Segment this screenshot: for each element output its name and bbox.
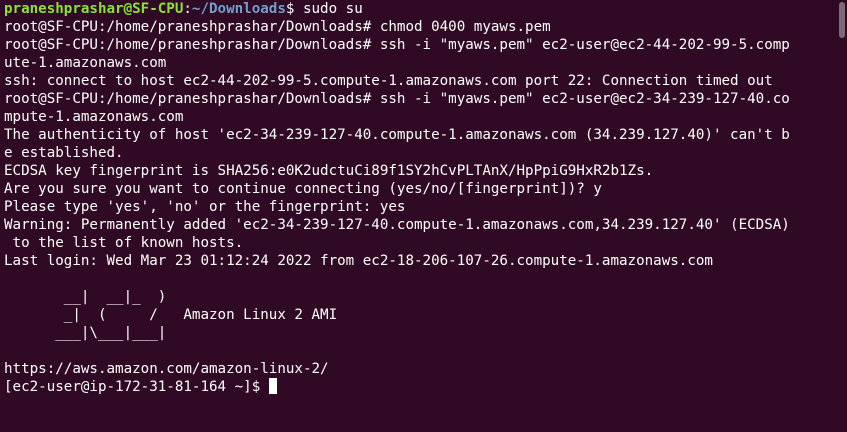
terminal-window[interactable]: praneshprashar@SF-CPU:~/Downloads$ sudo … [0,0,847,432]
prompt-user-host: praneshprashar@SF-CPU [4,1,184,17]
prompt-command: sudo su [294,1,363,17]
terminal-line: root@SF-CPU:/home/praneshprashar/Downloa… [4,37,790,53]
terminal-line: ssh: connect to host ec2-44-202-99-5.com… [4,73,773,89]
final-prompt-line[interactable]: [ec2-user@ip-172-31-81-164 ~]$ [4,378,843,396]
terminal-line: Please type 'yes', 'no' or the fingerpri… [4,199,406,215]
terminal-line: ECDSA key fingerprint is SHA256:e0K2udct… [4,163,654,179]
terminal-line: Last login: Wed Mar 23 01:12:24 2022 fro… [4,253,713,269]
ascii-art-line: __| __|_ ) [4,289,167,305]
terminal-line: root@SF-CPU:/home/praneshprashar/Downloa… [4,91,790,107]
prompt-path: ~/Downloads [191,1,286,17]
text-cursor [268,378,277,394]
final-prompt: [ec2-user@ip-172-31-81-164 ~]$ [4,379,269,395]
terminal-line: mpute-1.amazonaws.com [4,109,184,125]
ascii-art-line: _| ( / Amazon Linux 2 AMI [4,307,338,323]
first-prompt-line: praneshprashar@SF-CPU:~/Downloads$ sudo … [4,0,843,18]
terminal-line: https://aws.amazon.com/amazon-linux-2/ [4,361,329,377]
terminal-line: Are you sure you want to continue connec… [4,181,602,197]
scrollbar-thumb[interactable] [839,2,845,38]
terminal-line: root@SF-CPU:/home/praneshprashar/Downloa… [4,19,551,35]
terminal-line: e established. [4,145,124,161]
terminal-line: to the list of known hosts. [4,235,244,251]
ascii-art-line: ___|\___|___| [4,325,167,341]
terminal-line: Warning: Permanently added 'ec2-34-239-1… [4,217,790,233]
terminal-line: The authenticity of host 'ec2-34-239-127… [4,127,790,143]
terminal-line: ute-1.amazonaws.com [4,55,167,71]
prompt-colon: : [183,1,192,17]
